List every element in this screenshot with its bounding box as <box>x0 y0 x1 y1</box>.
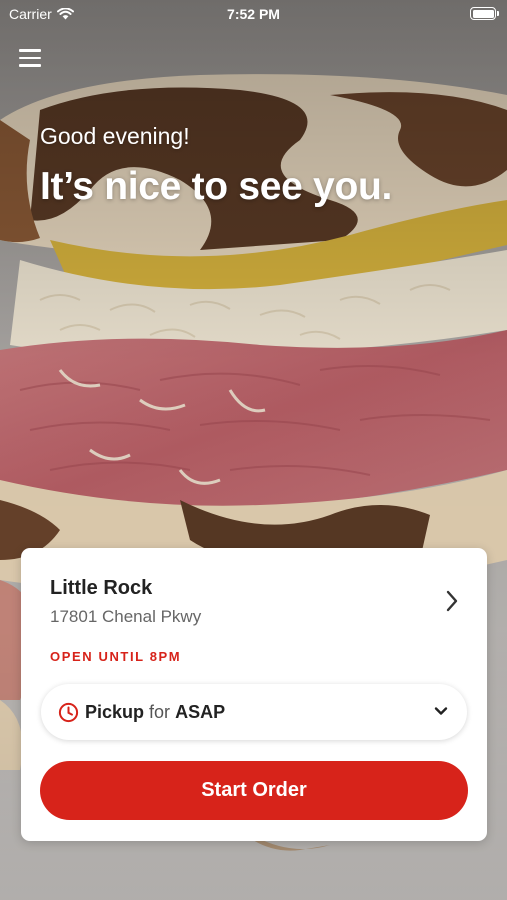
battery-icon <box>470 7 499 20</box>
chevron-right-icon[interactable] <box>445 590 459 612</box>
pickup-method: Pickup <box>85 701 145 722</box>
pickup-summary: Pickup for ASAP <box>85 702 225 723</box>
pickup-time-selector[interactable]: Pickup for ASAP <box>41 684 467 740</box>
clock-icon <box>58 702 79 722</box>
start-order-button[interactable]: Start Order <box>40 761 468 820</box>
chevron-down-icon <box>434 707 448 715</box>
location-card: Little Rock 17801 Chenal Pkwy OPEN UNTIL… <box>21 548 487 841</box>
store-hours-status: OPEN UNTIL 8PM <box>50 649 182 664</box>
hamburger-menu-icon[interactable] <box>19 49 41 67</box>
pickup-time: ASAP <box>175 701 226 722</box>
store-name[interactable]: Little Rock <box>50 577 152 600</box>
store-address[interactable]: 17801 Chenal Pkwy <box>50 607 201 627</box>
pickup-connector: for <box>149 701 171 722</box>
status-bar: Carrier 7:52 PM <box>0 0 507 28</box>
status-time: 7:52 PM <box>227 6 280 22</box>
welcome-headline: It’s nice to see you. <box>40 165 393 208</box>
greeting-text: Good evening! <box>40 123 190 149</box>
